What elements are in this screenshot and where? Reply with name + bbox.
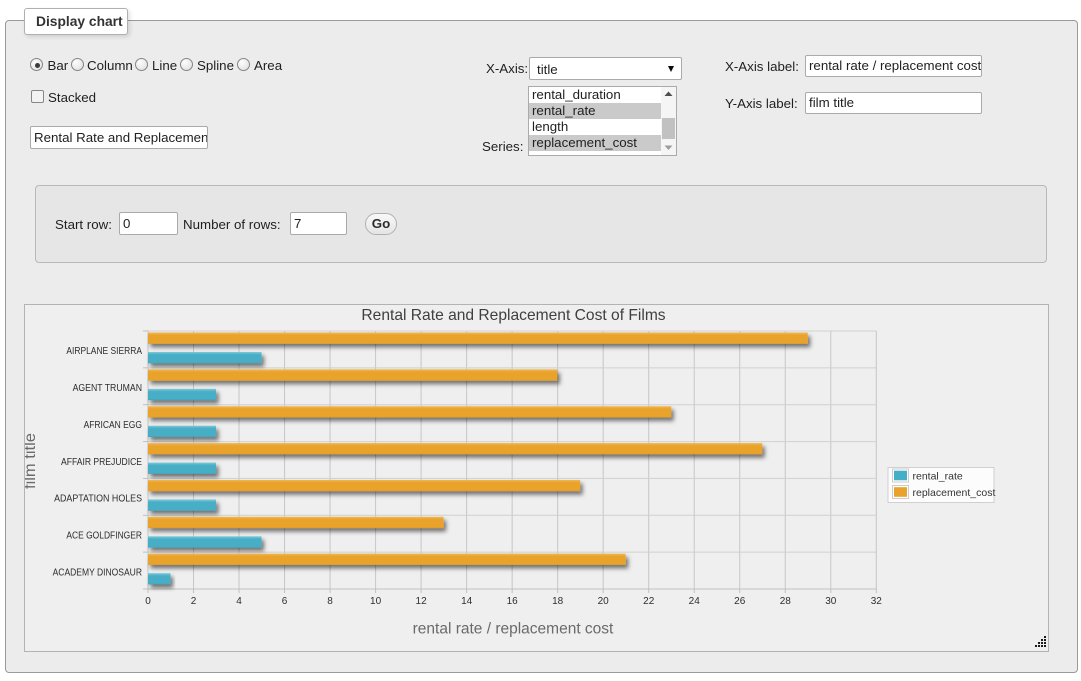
svg-text:AIRPLANE SIERRA: AIRPLANE SIERRA — [66, 346, 142, 357]
svg-text:12: 12 — [416, 596, 428, 607]
svg-text:28: 28 — [780, 596, 792, 607]
svg-text:26: 26 — [734, 596, 746, 607]
svg-text:16: 16 — [507, 596, 519, 607]
svg-text:0: 0 — [145, 596, 151, 607]
svg-text:20: 20 — [598, 596, 610, 607]
svg-text:14: 14 — [461, 596, 473, 607]
svg-text:18: 18 — [552, 596, 564, 607]
svg-text:30: 30 — [825, 596, 837, 607]
svg-text:24: 24 — [689, 596, 701, 607]
svg-text:rental rate / replacement cost: rental rate / replacement cost — [413, 621, 614, 638]
svg-text:22: 22 — [643, 596, 655, 607]
svg-text:rental_rate: rental_rate — [913, 471, 963, 483]
svg-text:ACE GOLDFINGER: ACE GOLDFINGER — [66, 531, 142, 542]
svg-text:ADAPTATION HOLES: ADAPTATION HOLES — [54, 494, 142, 505]
svg-text:8: 8 — [327, 596, 333, 607]
svg-text:AFRICAN EGG: AFRICAN EGG — [84, 420, 143, 431]
svg-text:6: 6 — [282, 596, 288, 607]
svg-text:AGENT TRUMAN: AGENT TRUMAN — [73, 383, 142, 394]
svg-text:4: 4 — [236, 596, 242, 607]
svg-text:film title: film title — [25, 433, 39, 489]
svg-text:32: 32 — [871, 596, 883, 607]
svg-text:replacement_cost: replacement_cost — [913, 487, 996, 499]
svg-text:2: 2 — [191, 596, 197, 607]
svg-text:Rental Rate and Replacement Co: Rental Rate and Replacement Cost of Film… — [361, 307, 665, 324]
svg-text:ACADEMY DINOSAUR: ACADEMY DINOSAUR — [53, 567, 142, 578]
svg-text:10: 10 — [370, 596, 382, 607]
svg-text:AFFAIR PREJUDICE: AFFAIR PREJUDICE — [61, 457, 142, 468]
